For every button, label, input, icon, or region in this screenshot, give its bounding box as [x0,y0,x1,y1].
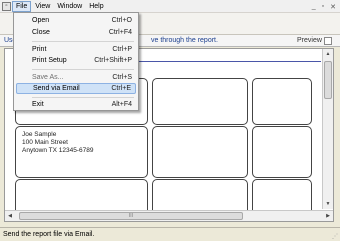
app-icon[interactable]: ▫ [2,1,11,11]
window-controls: _ ▫ ✕ [312,0,336,13]
scroll-up-icon[interactable]: ▲ [323,49,333,59]
vertical-scrollbar[interactable]: ▲ ▼ [322,49,333,209]
menu-separator [32,41,134,42]
menu-item-shortcut: Ctrl+O [111,17,132,24]
menu-item-label: Open [32,17,50,24]
menu-item-close[interactable]: Close Ctrl+F4 [16,27,136,38]
scroll-down-icon[interactable]: ▼ [323,199,333,209]
horizontal-scrollbar[interactable]: ◀ III ▶ [5,210,333,221]
menu-item-save-as[interactable]: Save As... Ctrl+S [16,72,136,83]
menu-item-label: Print Setup [32,57,67,64]
label-cell [252,78,312,125]
menu-item-label: Exit [32,101,44,108]
label-cell-address: Joe Sample 100 Main Street Anytown TX 12… [15,126,148,178]
menu-item-shortcut: Alt+F4 [111,101,132,108]
menu-item-send-email[interactable]: Send via Email Ctrl+E [16,83,136,94]
address-city: Anytown TX 12345-6789 [22,147,94,154]
resize-grip-icon[interactable]: ⋰ [332,233,338,240]
menu-separator [32,69,134,70]
preview-label: Preview [297,37,322,44]
menu-item-shortcut: Ctrl+F4 [108,29,132,36]
menu-item-exit[interactable]: Exit Alt+F4 [16,99,136,110]
address-name: Joe Sample [22,131,57,138]
menu-window[interactable]: Window [54,1,85,12]
horizontal-scroll-thumb[interactable]: III [19,212,243,220]
status-text: Send the report file via Email. [3,231,95,238]
menu-item-print-setup[interactable]: Print Setup Ctrl+Shift+P [16,55,136,66]
menu-separator [32,97,134,98]
label-cell [152,126,248,178]
status-bar: Send the report file via Email. ⋰ [0,227,340,241]
scroll-right-icon[interactable]: ▶ [323,211,333,221]
close-icon[interactable]: ✕ [330,3,336,11]
menu-item-label: Send via Email [33,85,80,92]
scroll-left-icon[interactable]: ◀ [5,211,15,221]
address-street: 100 Main Street [22,139,68,146]
menu-item-shortcut: Ctrl+Shift+P [94,57,132,64]
label-cell [152,78,248,125]
menu-item-label: Save As... [32,74,64,81]
file-menu-dropdown: Open Ctrl+O Close Ctrl+F4 Print Ctrl+P P… [13,12,139,111]
info-text-right: ve through the report. [151,37,218,44]
preview-checkbox[interactable] [324,37,332,45]
menu-item-label: Close [32,29,50,36]
menu-item-shortcut: Ctrl+E [111,85,131,92]
menu-item-print[interactable]: Print Ctrl+P [16,44,136,55]
minimize-icon[interactable]: _ [312,3,316,10]
menu-item-shortcut: Ctrl+P [112,46,132,53]
mailing-address: Joe Sample 100 Main Street Anytown TX 12… [22,131,93,155]
menu-item-open[interactable]: Open Ctrl+O [16,15,136,26]
menu-item-label: Print [32,46,47,53]
menu-view[interactable]: View [32,1,53,12]
menu-item-shortcut: Ctrl+S [112,74,132,81]
restore-icon[interactable]: ▫ [322,3,324,10]
menu-file[interactable]: File [12,0,32,12]
menu-help[interactable]: Help [86,1,106,12]
vertical-scroll-thumb[interactable] [324,61,332,99]
label-cell [252,126,312,178]
